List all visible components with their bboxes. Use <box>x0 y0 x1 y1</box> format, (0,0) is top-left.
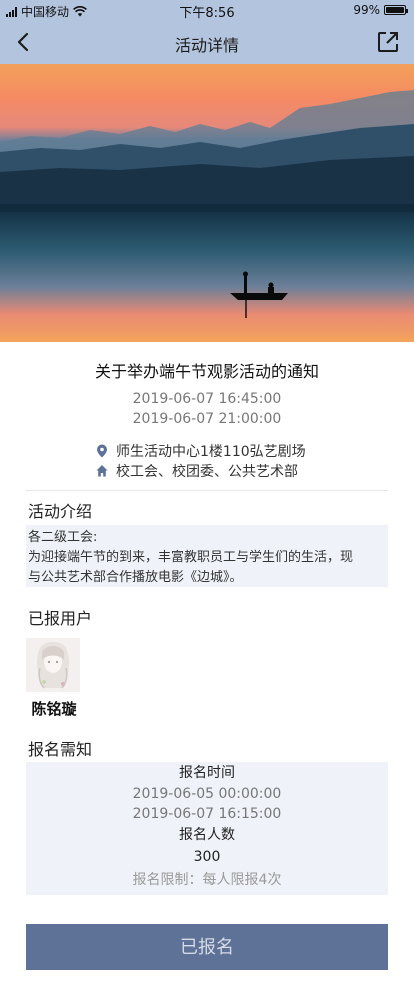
registration-limit: 报名限制：每人限报4次 <box>132 872 282 888</box>
status-right: 99% <box>353 3 408 17</box>
page-title: 活动详情 <box>174 36 239 55</box>
registered-users-title: 已报用户 <box>28 609 93 628</box>
avatar <box>26 638 80 692</box>
event-title: 关于举办端午节观影活动的通知 <box>94 362 319 381</box>
intro-line: 为迎接端午节的到来，丰富教职员工与学生们的生活，现 <box>28 550 354 565</box>
registration-count-label: 报名人数 <box>179 827 235 843</box>
event-start-time: 2019-06-07 16:45:00 <box>132 391 282 407</box>
home-icon <box>96 465 108 477</box>
notice-content: 报名时间 2019-06-05 00:00:00 2019-06-07 16:1… <box>26 762 388 895</box>
intro-line: 与公共艺术部合作播放电影《边城》。 <box>28 570 243 585</box>
event-cover-image <box>0 64 414 342</box>
registration-count-value: 300 <box>193 849 221 865</box>
registered-user[interactable]: 陈铭璇 <box>26 638 82 719</box>
divider <box>26 490 388 491</box>
location-pin-icon <box>97 444 107 458</box>
nav-bar: 活动详情 <box>0 20 414 64</box>
location-text: 师生活动中心1楼110弘艺剧场 <box>116 444 306 460</box>
registered-button[interactable]: 已报名 <box>26 924 388 970</box>
intro-line: 各二级工会: <box>28 530 98 545</box>
notice-section-title: 报名需知 <box>28 740 93 759</box>
intro-content: 各二级工会: 为迎接端午节的到来，丰富教职员工与学生们的生活，现 与公共艺术部合… <box>26 525 388 587</box>
battery-icon <box>384 5 408 15</box>
registration-start-time: 2019-06-05 00:00:00 <box>132 786 282 802</box>
registration-end-time: 2019-06-07 16:15:00 <box>132 806 282 822</box>
event-organizers: 校工会、校团委、公共艺术部 <box>96 461 298 481</box>
intro-section-title: 活动介绍 <box>28 502 93 521</box>
event-location: 师生活动中心1楼110弘艺剧场 <box>96 441 306 461</box>
user-name: 陈铭璇 <box>31 700 77 718</box>
event-end-time: 2019-06-07 21:00:00 <box>132 411 282 427</box>
registration-time-label: 报名时间 <box>179 765 235 781</box>
share-icon[interactable] <box>376 30 400 54</box>
status-time: 下午8:56 <box>179 6 235 21</box>
status-bar: 中国移动 下午8:56 99% <box>0 0 414 21</box>
organizers-text: 校工会、校团委、公共艺术部 <box>116 464 298 480</box>
battery-percent: 99% <box>353 3 380 17</box>
